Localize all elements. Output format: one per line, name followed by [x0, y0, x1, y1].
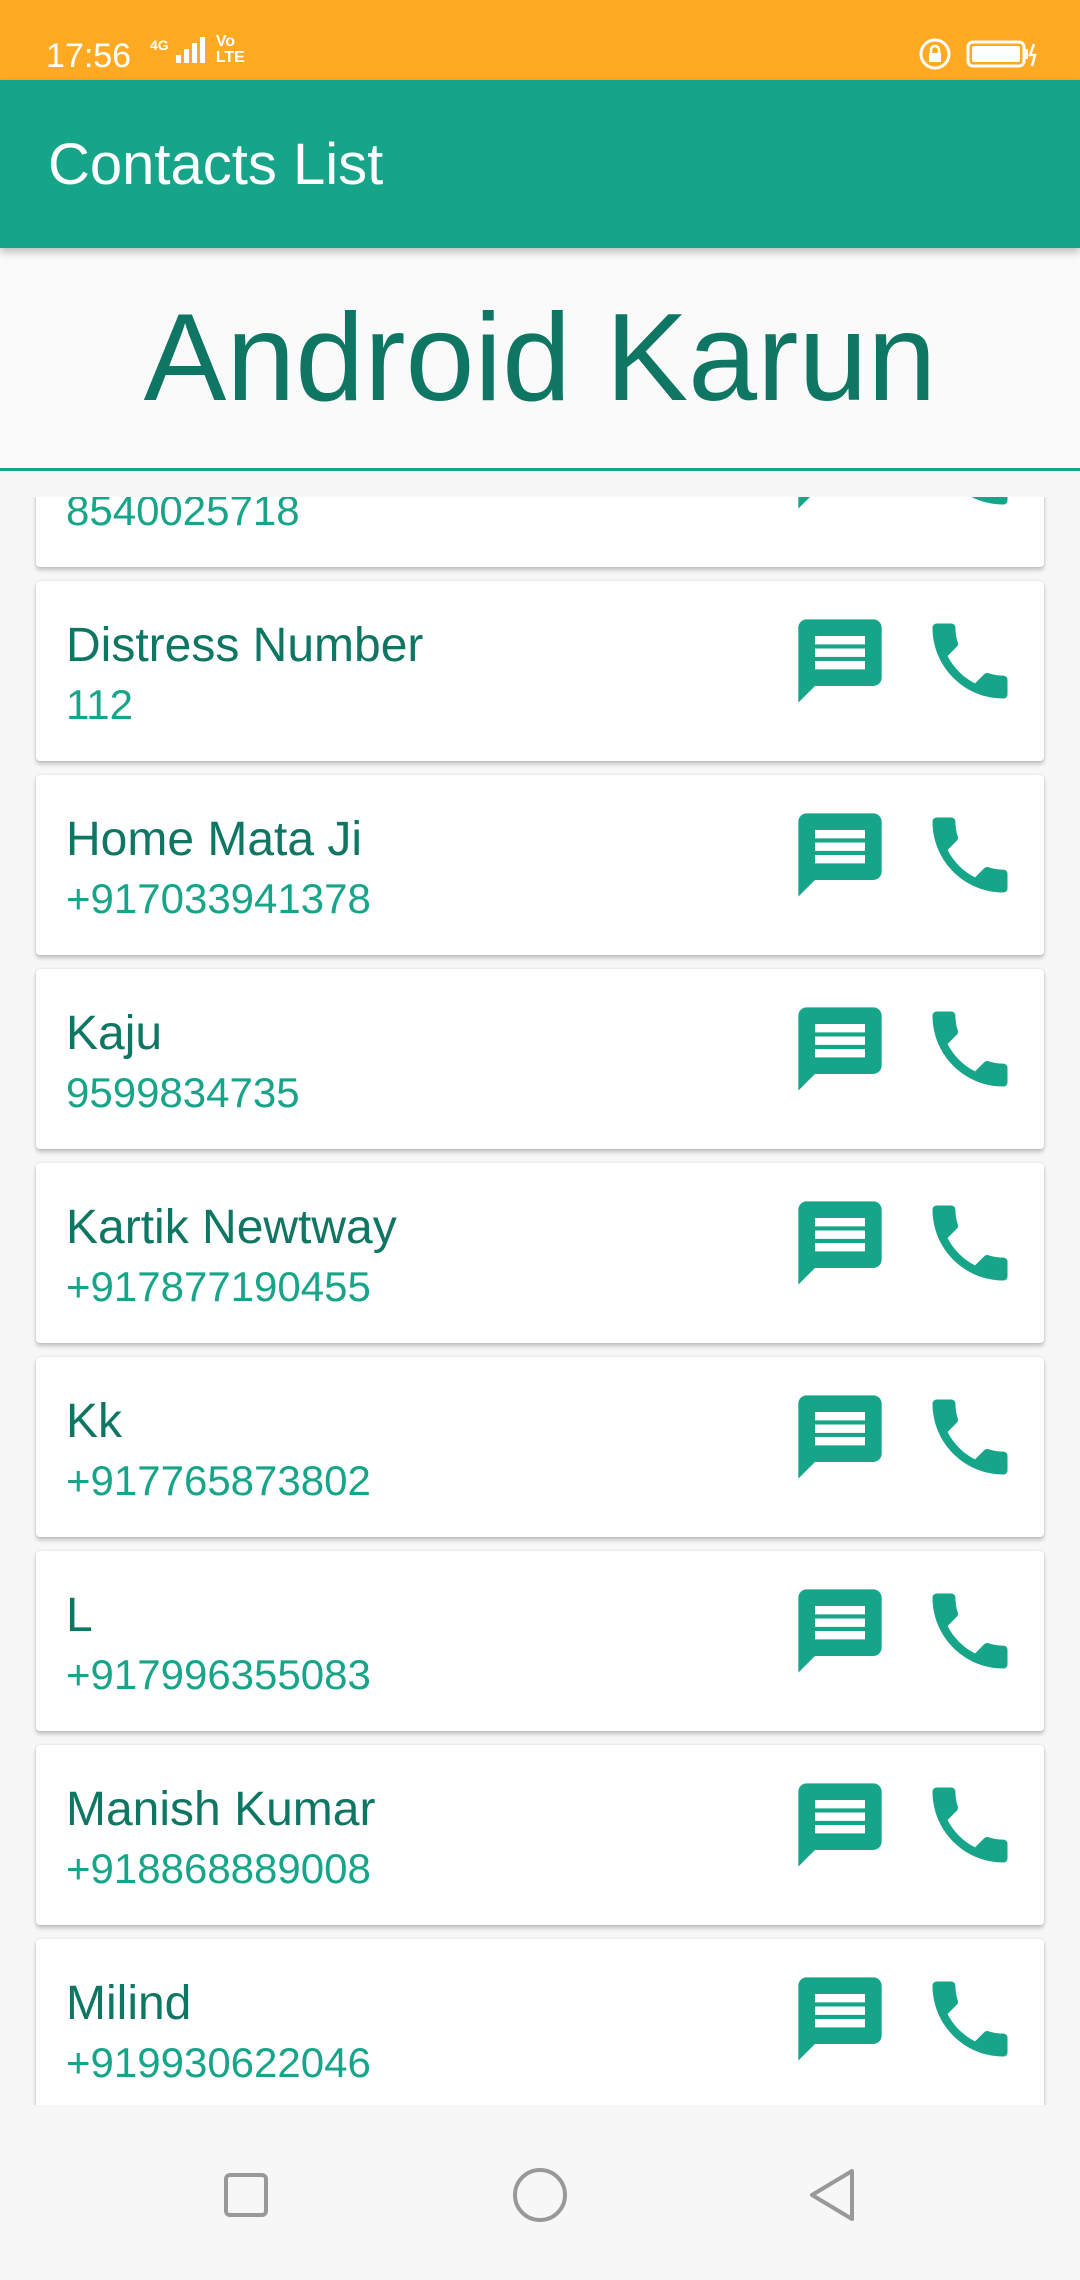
contact-name: Milind	[66, 1977, 192, 2030]
message-icon[interactable]	[790, 1969, 890, 2069]
phone-icon[interactable]	[920, 805, 1020, 905]
phone-icon[interactable]	[920, 1193, 1020, 1293]
contacts-list[interactable]: 8540025718 Distress Number 112 Home Mata Ji…	[0, 497, 1080, 2105]
contact-card[interactable]: Manish Kumar +918868889008	[36, 1745, 1044, 1925]
message-icon[interactable]	[790, 611, 890, 711]
contact-card[interactable]: Milind +919930622046	[36, 1939, 1044, 2105]
phone-icon[interactable]	[920, 1969, 1020, 2069]
message-icon[interactable]	[790, 1581, 890, 1681]
phone-icon[interactable]	[920, 1581, 1020, 1681]
phone-icon[interactable]	[920, 611, 1020, 711]
phone-icon[interactable]	[920, 999, 1020, 1099]
contact-name: Home Mata Ji	[66, 813, 363, 866]
contact-phone: +917996355083	[66, 1651, 371, 1698]
phone-icon[interactable]	[920, 1387, 1020, 1487]
rotation-lock-icon	[919, 38, 951, 70]
contact-card[interactable]: Kaju 9599834735	[36, 969, 1044, 1149]
contact-card[interactable]: Kk +917765873802	[36, 1357, 1044, 1537]
message-icon[interactable]	[790, 1387, 890, 1487]
message-icon[interactable]	[790, 497, 890, 517]
network-indicator: 4G Vo LTE	[150, 34, 254, 66]
volte-label: Vo LTE	[215, 33, 245, 66]
contact-card[interactable]: Distress Number 112	[36, 581, 1044, 761]
message-icon[interactable]	[790, 1193, 890, 1293]
contact-phone: 8540025718	[66, 497, 300, 534]
message-icon[interactable]	[790, 805, 890, 905]
contact-card[interactable]: 8540025718	[36, 497, 1044, 567]
contact-phone: 112	[66, 681, 133, 728]
signal-icon	[176, 37, 206, 63]
contact-name: Kaju	[66, 1007, 163, 1060]
recents-icon[interactable]	[206, 2155, 286, 2235]
header-banner: Android Karun	[0, 248, 1080, 471]
back-icon[interactable]	[794, 2155, 874, 2235]
contact-name: L	[66, 1589, 93, 1642]
status-time: 17:56	[46, 37, 132, 75]
contact-name: Manish Kumar	[66, 1783, 376, 1836]
contact-card[interactable]: Home Mata Ji +917033941378	[36, 775, 1044, 955]
home-icon[interactable]	[500, 2155, 580, 2235]
contact-phone: +918868889008	[66, 1845, 371, 1892]
contact-phone: +917877190455	[66, 1263, 371, 1310]
contact-phone: +917765873802	[66, 1457, 371, 1504]
battery-charging-icon	[966, 40, 1037, 68]
app-title: Contacts List	[48, 132, 384, 197]
contact-phone: +919930622046	[66, 2039, 371, 2086]
brand-title: Android Karun	[143, 289, 937, 427]
contact-name: Distress Number	[66, 619, 424, 672]
contact-name: Kk	[66, 1395, 123, 1448]
app-bar: Contacts List	[0, 80, 1080, 248]
network-label: 4G	[150, 37, 169, 53]
phone-icon[interactable]	[920, 1775, 1020, 1875]
phone-icon[interactable]	[920, 497, 1020, 517]
navigation-bar	[0, 2105, 1080, 2280]
contact-card[interactable]: Kartik Newtway +917877190455	[36, 1163, 1044, 1343]
contact-card[interactable]: L +917996355083	[36, 1551, 1044, 1731]
contact-name: Kartik Newtway	[66, 1201, 397, 1254]
contact-phone: +917033941378	[66, 875, 371, 922]
status-right	[918, 34, 1040, 74]
message-icon[interactable]	[790, 1775, 890, 1875]
message-icon[interactable]	[790, 999, 890, 1099]
contact-phone: 9599834735	[66, 1069, 300, 1116]
status-bar: 17:56 4G Vo LTE	[0, 0, 1080, 80]
